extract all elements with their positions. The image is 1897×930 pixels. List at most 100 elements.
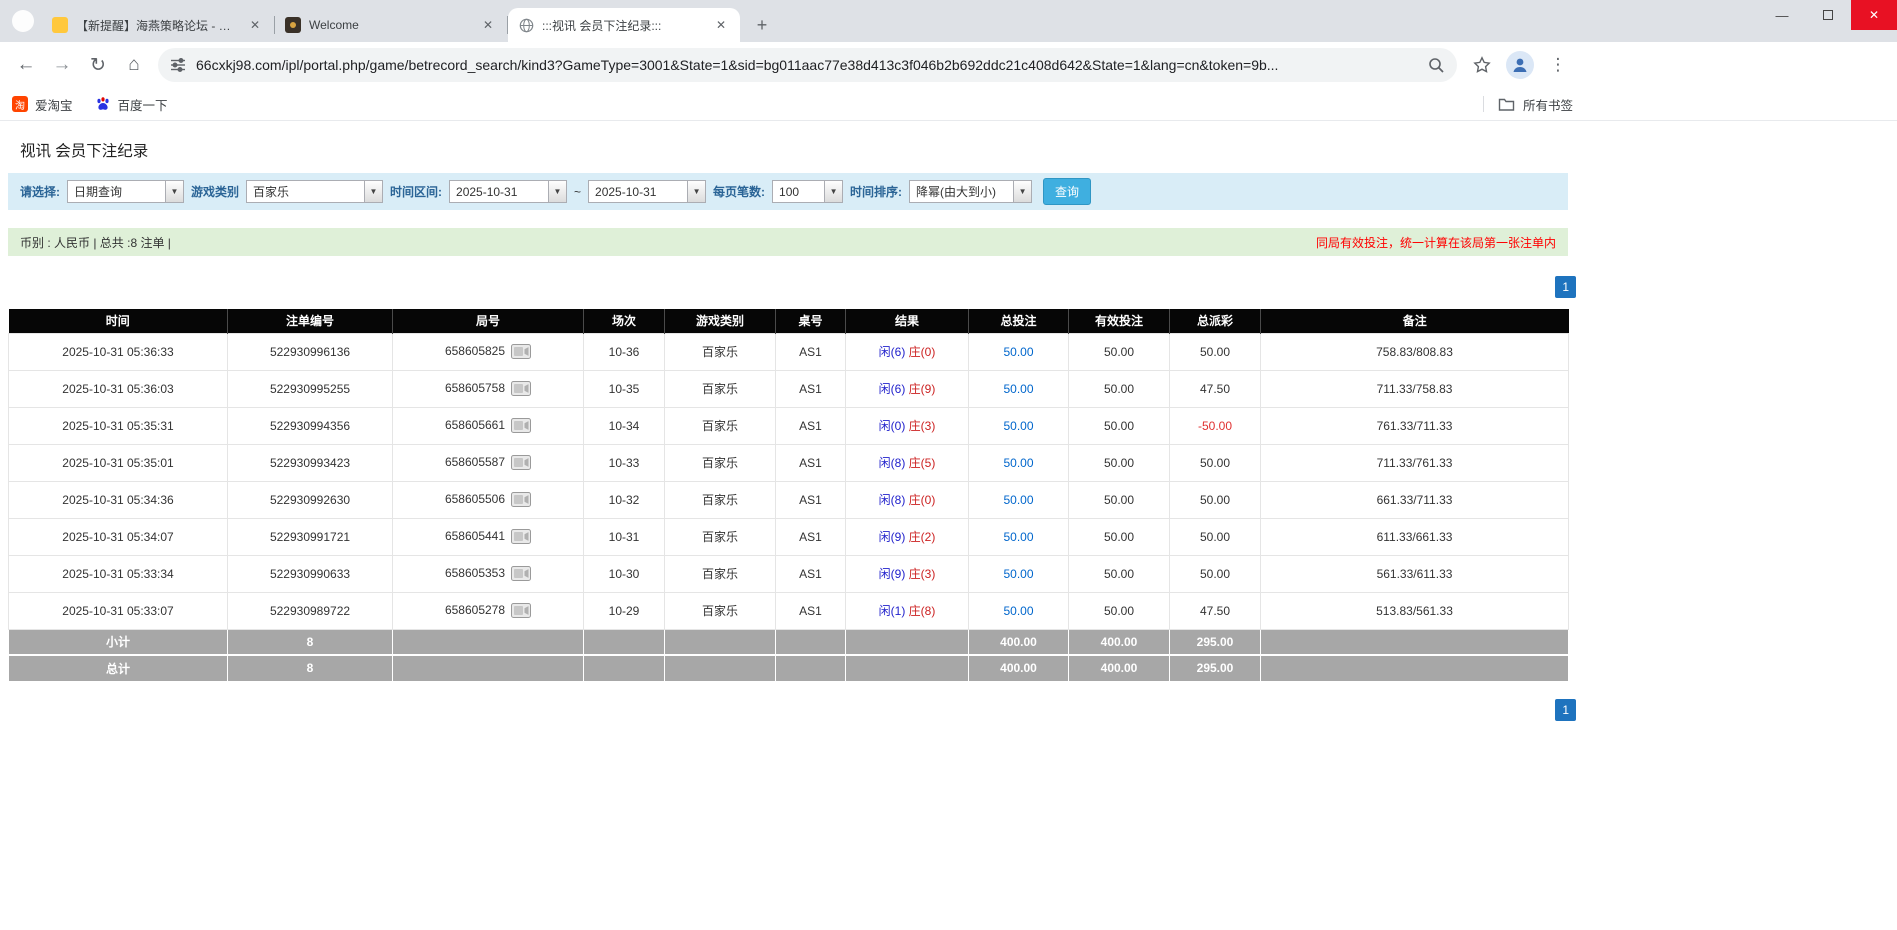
total-bet-link[interactable]: 50.00 — [1003, 567, 1033, 581]
cell-payout: 47.50 — [1169, 591, 1261, 630]
page-1-button[interactable]: 1 — [1555, 698, 1576, 721]
zoom-icon[interactable] — [1428, 57, 1445, 74]
total-bet-link[interactable]: 50.00 — [1003, 530, 1033, 544]
reload-button[interactable]: ↻ — [83, 50, 113, 80]
tab-bet-records[interactable]: :::视讯 会员下注纪录::: ✕ — [508, 8, 740, 42]
search-button[interactable]: 查询 — [1043, 178, 1092, 205]
cell-total-bet: 50.00 — [968, 480, 1069, 519]
table-row: 2025-10-31 05:36:33 522930996136 658605825… — [8, 332, 1569, 371]
browser-menu-icon[interactable]: ⋮ — [1543, 50, 1573, 80]
chevron-down-icon[interactable]: ▼ — [687, 180, 707, 203]
cell-payout: 47.50 — [1169, 369, 1261, 408]
window-maximize-button[interactable] — [1805, 0, 1851, 30]
home-button[interactable]: ⌂ — [119, 50, 149, 80]
total-bet-link[interactable]: 50.00 — [1003, 382, 1033, 396]
video-replay-icon[interactable] — [511, 418, 532, 434]
cell-result: 闲(9) 庄(3) — [845, 554, 969, 593]
chevron-down-icon[interactable]: ▼ — [364, 180, 384, 203]
video-replay-icon[interactable] — [511, 381, 532, 397]
total-bet-link[interactable]: 50.00 — [1003, 456, 1033, 470]
tab-close-icon[interactable]: ✕ — [479, 17, 497, 33]
total-count: 8 — [227, 654, 393, 682]
tab-close-icon[interactable]: ✕ — [246, 17, 264, 33]
sort-select[interactable]: ▼ — [909, 180, 1033, 203]
cell-valid-bet: 50.00 — [1068, 332, 1170, 371]
total-bet-link[interactable]: 50.00 — [1003, 419, 1033, 433]
total-bet-link[interactable]: 50.00 — [1003, 604, 1033, 618]
bookmark-baidu[interactable]: 百度一下 — [95, 95, 168, 114]
cell-time: 2025-10-31 05:33:07 — [8, 591, 228, 630]
cell-payout: 50.00 — [1169, 332, 1261, 371]
address-bar[interactable]: 66cxkj98.com/ipl/portal.php/game/betreco… — [158, 48, 1457, 82]
cell-result: 闲(6) 庄(0) — [845, 332, 969, 371]
cell-time: 2025-10-31 05:36:33 — [8, 332, 228, 371]
cell-payout: 50.00 — [1169, 443, 1261, 482]
cell-game-type: 百家乐 — [664, 480, 776, 519]
total-payout: 295.00 — [1169, 654, 1261, 682]
table-row: 2025-10-31 05:36:03 522930995255 658605758… — [8, 369, 1569, 408]
page-1-button[interactable]: 1 — [1555, 276, 1576, 298]
new-tab-button[interactable]: + — [748, 11, 776, 39]
chevron-down-icon[interactable]: ▼ — [548, 180, 568, 203]
forward-button[interactable]: → — [47, 50, 77, 80]
cell-table-no: AS1 — [775, 554, 846, 593]
date-from-input[interactable] — [449, 180, 549, 203]
header-round: 局号 — [392, 309, 584, 333]
back-button[interactable]: ← — [11, 50, 41, 80]
cell-total-bet: 50.00 — [968, 332, 1069, 371]
cell-round: 658605587 — [392, 443, 584, 482]
tab-search-button[interactable] — [12, 10, 34, 32]
tab-welcome[interactable]: Welcome ✕ — [275, 8, 507, 42]
query-type-select[interactable]: ▼ — [67, 180, 184, 203]
cell-valid-bet: 50.00 — [1068, 591, 1170, 630]
cell-bet-id: 522930993423 — [227, 443, 393, 482]
cell-session: 10-32 — [583, 480, 665, 519]
site-settings-icon[interactable] — [170, 57, 186, 73]
subtotal-total-bet: 400.00 — [968, 628, 1069, 656]
total-bet-link[interactable]: 50.00 — [1003, 493, 1033, 507]
page-size-input[interactable] — [772, 180, 825, 203]
page-size-select[interactable]: ▼ — [772, 180, 844, 203]
window-close-button[interactable]: ✕ — [1851, 0, 1897, 30]
profile-avatar[interactable] — [1505, 50, 1535, 80]
chevron-down-icon[interactable]: ▼ — [1013, 180, 1033, 203]
total-bet-link[interactable]: 50.00 — [1003, 345, 1033, 359]
video-replay-icon[interactable] — [511, 603, 532, 619]
tab-forum[interactable]: 【新提醒】海燕策略论坛 - 综合 ✕ — [42, 8, 274, 42]
sort-input[interactable] — [909, 180, 1014, 203]
date-to-select[interactable]: ▼ — [588, 180, 707, 203]
cell-game-type: 百家乐 — [664, 406, 776, 445]
tab-title: Welcome — [309, 18, 359, 32]
cell-result: 闲(8) 庄(5) — [845, 443, 969, 482]
chevron-down-icon[interactable]: ▼ — [824, 180, 844, 203]
video-replay-icon[interactable] — [511, 344, 532, 360]
date-range-label: 时间区间: — [390, 185, 443, 199]
chevron-down-icon[interactable]: ▼ — [165, 180, 184, 203]
video-replay-icon[interactable] — [511, 566, 532, 582]
bookmark-label: 爱淘宝 — [35, 98, 73, 113]
date-from-select[interactable]: ▼ — [449, 180, 568, 203]
video-replay-icon[interactable] — [511, 455, 532, 471]
bookmark-aitaobao[interactable]: 淘 爱淘宝 — [12, 95, 73, 114]
total-row: 总计 8 400.00 400.00 295.00 — [8, 654, 1569, 682]
bookmark-star-icon[interactable] — [1467, 50, 1497, 80]
bet-records-table: 时间 注单编号 局号 场次 游戏类别 桌号 结果 总投注 有效投注 总派彩 备注… — [8, 309, 1569, 682]
game-type-select[interactable]: ▼ — [246, 180, 384, 203]
video-replay-icon[interactable] — [511, 492, 532, 508]
cell-bet-id: 522930989722 — [227, 591, 393, 630]
all-bookmarks-button[interactable]: 所有书签 — [1482, 95, 1573, 114]
cell-game-type: 百家乐 — [664, 369, 776, 408]
header-table-no: 桌号 — [775, 309, 846, 333]
taobao-icon: 淘 — [12, 96, 28, 112]
query-type-input[interactable] — [67, 180, 165, 203]
game-type-input[interactable] — [246, 180, 365, 203]
date-to-input[interactable] — [588, 180, 688, 203]
tab-close-icon[interactable]: ✕ — [712, 17, 730, 33]
cell-bet-id: 522930995255 — [227, 369, 393, 408]
video-replay-icon[interactable] — [511, 529, 532, 545]
total-total-bet: 400.00 — [968, 654, 1069, 682]
window-minimize-button[interactable]: — — [1759, 0, 1805, 30]
total-valid-bet: 400.00 — [1068, 654, 1170, 682]
bookmarks-divider — [1482, 96, 1484, 112]
cell-total-bet: 50.00 — [968, 443, 1069, 482]
